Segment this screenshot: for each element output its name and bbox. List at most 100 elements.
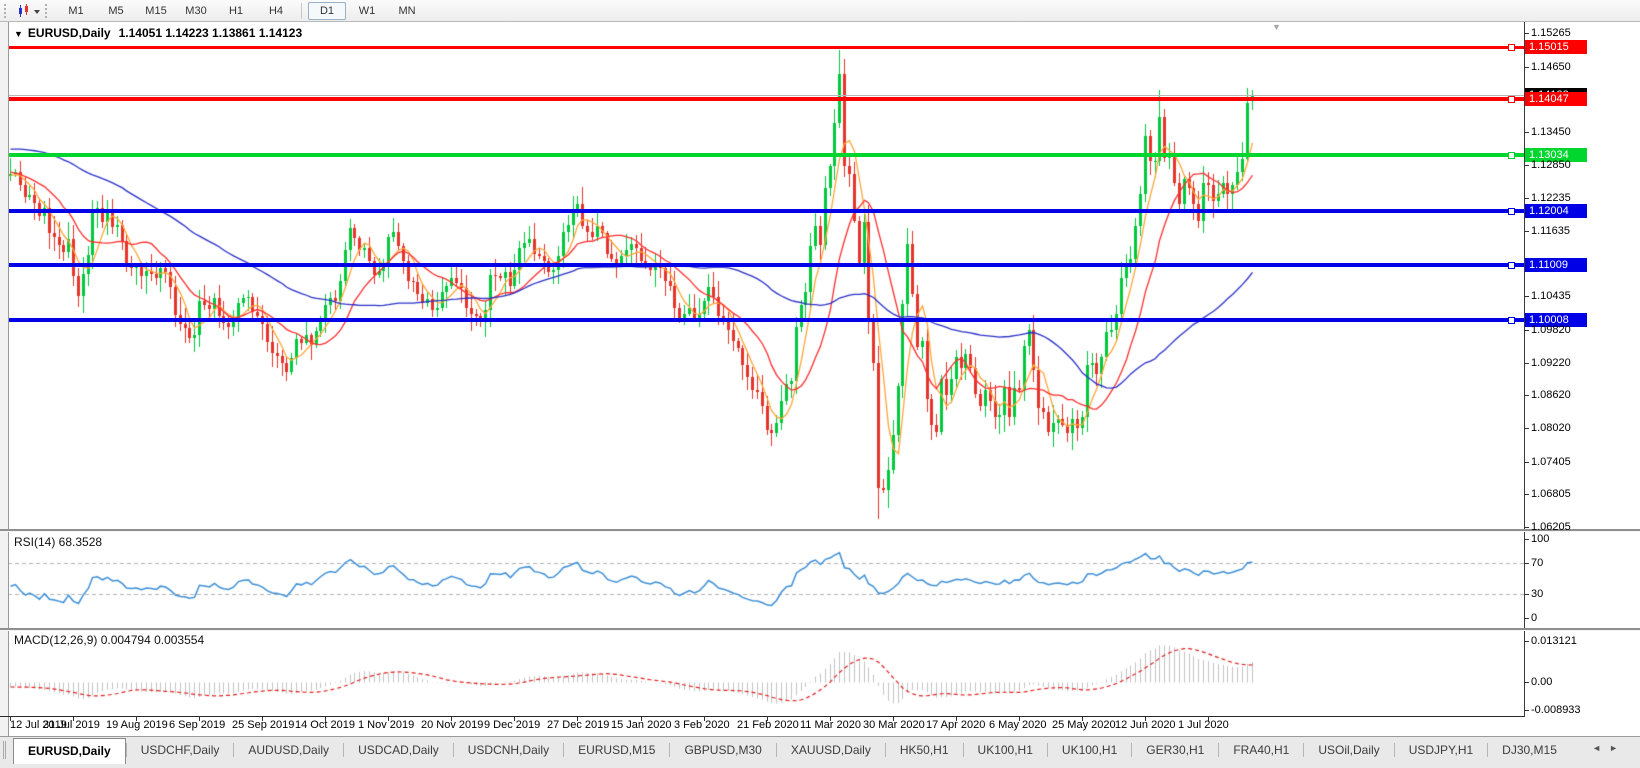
macd-axis-tick xyxy=(1524,682,1529,683)
level-line[interactable] xyxy=(8,263,1524,267)
chart-tab-xauusd-daily[interactable]: XAUUSD,Daily xyxy=(777,739,885,764)
chart-shift-marker-icon[interactable]: ▼ xyxy=(1272,22,1281,32)
rsi-axis-label: 0 xyxy=(1531,612,1538,624)
chart-tab-fra40-h1[interactable]: FRA40,H1 xyxy=(1219,739,1303,764)
tab-bar-grip xyxy=(3,741,10,759)
price-axis-tick xyxy=(1524,494,1529,495)
level-price-tag: 1.11009 xyxy=(1525,258,1587,272)
chart-tab-usoil-daily[interactable]: USOil,Daily xyxy=(1304,739,1393,764)
tab-scroll-arrows: ◄► xyxy=(1592,743,1626,753)
chart-tab-usdjpy-h1[interactable]: USDJPY,H1 xyxy=(1395,739,1487,764)
price-axis-label: 1.10435 xyxy=(1531,290,1571,302)
level-line[interactable] xyxy=(8,97,1524,101)
price-axis-label: 1.11635 xyxy=(1531,225,1570,237)
rsi-axis-tick xyxy=(1524,539,1529,540)
macd-axis-tick xyxy=(1524,710,1529,711)
price-axis-label: 1.07405 xyxy=(1531,456,1571,468)
time-axis-label: 17 Apr 2020 xyxy=(926,719,986,731)
chart-tab-usdcnh-daily[interactable]: USDCNH,Daily xyxy=(454,739,563,764)
price-axis-border xyxy=(1524,22,1525,717)
chart-canvas[interactable] xyxy=(0,0,1640,768)
level-line-handle[interactable] xyxy=(1508,317,1515,324)
chart-symbol-label: EURUSD,Daily xyxy=(27,26,111,40)
chart-tab-ger30-h1[interactable]: GER30,H1 xyxy=(1132,739,1218,764)
price-axis-tick xyxy=(1524,165,1529,166)
toolbar-grip xyxy=(45,3,52,18)
time-axis-label: 25 Sep 2019 xyxy=(232,719,295,731)
price-axis-label: 1.12235 xyxy=(1531,192,1571,204)
price-axis-tick xyxy=(1524,231,1529,232)
level-line[interactable] xyxy=(8,318,1524,322)
timeframe-button-m5[interactable]: M5 xyxy=(97,2,135,20)
timeframe-button-w1[interactable]: W1 xyxy=(348,2,386,20)
time-axis-label: 14 Oct 2019 xyxy=(295,719,355,731)
chart-tab-bar: EURUSD,Daily USDCHF,Daily AUDUSD,Daily USDC… xyxy=(0,736,1640,768)
rsi-axis-tick xyxy=(1524,594,1529,595)
price-axis-tick xyxy=(1524,363,1529,364)
level-price-tag: 1.14047 xyxy=(1525,92,1587,106)
timeframe-button-h4[interactable]: H4 xyxy=(257,2,295,20)
timeframe-button-m1[interactable]: M1 xyxy=(57,2,95,20)
chart-tab-audusd-daily[interactable]: AUDUSD,Daily xyxy=(234,739,343,764)
timeframe-button-d1[interactable]: D1 xyxy=(308,1,346,20)
time-axis-label: 31 Jul 2019 xyxy=(43,719,100,731)
level-line[interactable] xyxy=(8,153,1524,157)
rsi-axis-tick xyxy=(1524,563,1529,564)
time-axis-label: 3 Feb 2020 xyxy=(674,719,730,731)
price-axis-tick xyxy=(1524,428,1529,429)
timeframe-button-mn[interactable]: MN xyxy=(388,2,426,20)
tabs: EURUSD,Daily USDCHF,Daily AUDUSD,Daily USDC… xyxy=(13,737,1571,764)
dropdown-caret-icon[interactable] xyxy=(33,4,41,18)
chart-tab-gbpusd-m30[interactable]: GBPUSD,M30 xyxy=(670,739,775,764)
next-tab-arrow-icon[interactable]: ► xyxy=(1609,743,1626,753)
chart-tab-usdcad-daily[interactable]: USDCAD,Daily xyxy=(344,739,453,764)
prev-tab-arrow-icon[interactable]: ◄ xyxy=(1592,743,1609,753)
timeframe-button-h1[interactable]: H1 xyxy=(217,2,255,20)
chart-tab-usdchf-daily[interactable]: USDCHF,Daily xyxy=(127,739,234,764)
level-price-tag: 1.15015 xyxy=(1525,40,1587,54)
level-line-handle[interactable] xyxy=(1508,152,1515,159)
rsi-axis-tick xyxy=(1524,618,1529,619)
time-axis-label: 27 Dec 2019 xyxy=(547,719,610,731)
timeframe-button-m30[interactable]: M30 xyxy=(177,2,215,20)
macd-title: MACD(12,26,9) 0.004794 0.003554 xyxy=(14,633,205,647)
time-axis-label: 6 Sep 2019 xyxy=(169,719,226,731)
chart-title: ▼ EURUSD,Daily 1.14051 1.14223 1.13861 1.1… xyxy=(14,26,302,40)
price-axis-label: 1.08620 xyxy=(1531,389,1571,401)
level-line[interactable] xyxy=(8,209,1524,213)
toolbar: M1 M5 M15 M30 H1 H4 D1 W1 MN xyxy=(0,0,1640,22)
time-axis-label: 6 May 2020 xyxy=(989,719,1047,731)
chart-tab-eurusd-m15[interactable]: EURUSD,M15 xyxy=(564,739,669,764)
chart-tab-eurusd-daily[interactable]: EURUSD,Daily xyxy=(13,738,126,764)
chart-tab-dj30-m15[interactable]: DJ30,M15 xyxy=(1488,739,1571,764)
time-axis-label: 19 Aug 2019 xyxy=(106,719,168,731)
macd-panel-splitter[interactable] xyxy=(0,628,1640,631)
chart-tab-uk100-h1[interactable]: UK100,H1 xyxy=(1048,739,1131,764)
price-axis-tick xyxy=(1524,395,1529,396)
level-line-handle[interactable] xyxy=(1508,96,1515,103)
time-axis-label: 21 Feb 2020 xyxy=(737,719,799,731)
level-line-handle[interactable] xyxy=(1508,208,1515,215)
time-axis-label: 9 Dec 2019 xyxy=(484,719,541,731)
rsi-title: RSI(14) 68.3528 xyxy=(14,535,103,549)
price-axis-label: 1.13450 xyxy=(1531,126,1571,138)
level-line[interactable] xyxy=(8,46,1524,49)
price-axis-tick xyxy=(1524,330,1529,331)
price-axis-tick xyxy=(1524,67,1529,68)
price-axis-label: 1.14650 xyxy=(1531,61,1571,73)
time-axis-label: 11 Mar 2020 xyxy=(800,719,861,731)
chart-dropdown-icon[interactable]: ▼ xyxy=(14,29,23,39)
timeframe-button-m15[interactable]: M15 xyxy=(137,2,175,20)
time-axis-label: 1 Jul 2020 xyxy=(1178,719,1229,731)
price-axis-label: 1.06205 xyxy=(1531,521,1571,533)
level-line-handle[interactable] xyxy=(1508,44,1515,51)
level-line-handle[interactable] xyxy=(1508,262,1515,269)
price-axis-tick xyxy=(1524,132,1529,133)
time-axis-label: 12 Jun 2020 xyxy=(1115,719,1176,731)
macd-axis-label: -0.008933 xyxy=(1531,704,1581,716)
toolbar-grip xyxy=(4,3,11,18)
chart-tab-uk100-h1[interactable]: UK100,H1 xyxy=(964,739,1047,764)
chart-type-button[interactable] xyxy=(17,3,41,18)
rsi-panel-splitter[interactable] xyxy=(0,529,1640,532)
chart-tab-hk50-h1[interactable]: HK50,H1 xyxy=(886,739,963,764)
